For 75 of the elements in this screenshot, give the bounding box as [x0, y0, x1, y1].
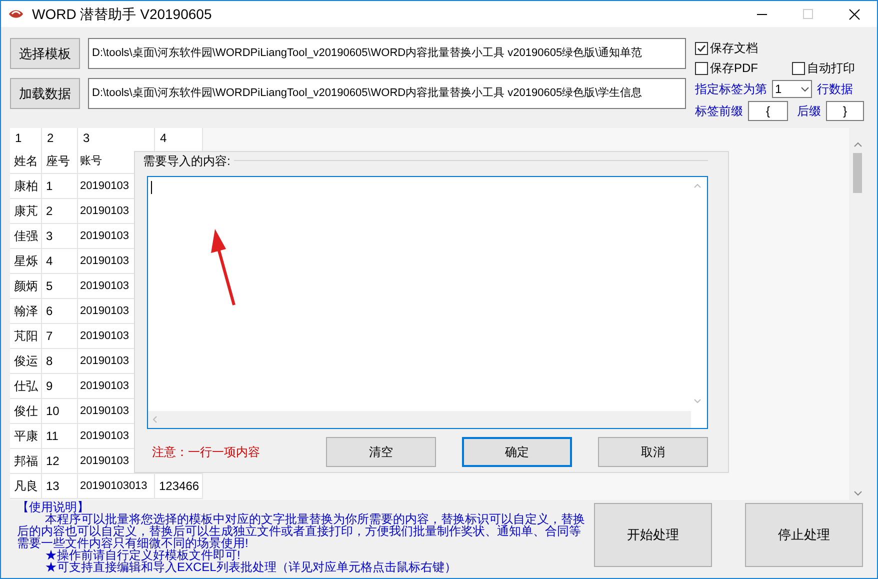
maximize-icon	[803, 9, 813, 19]
prefix-label: 标签前缀	[695, 103, 743, 120]
table-cell: 6	[42, 299, 78, 324]
path-field[interactable]: D:\tools\桌面\河东软件园\WORDPiLiangTool_v20190605\WORD内容批量替换小工具 v20190605绿色版\通知单范	[88, 38, 686, 69]
scroll-left-icon[interactable]	[153, 416, 157, 423]
table-cell: 12	[42, 449, 78, 474]
caret-icon	[801, 86, 809, 92]
load-button[interactable]: 加载数据	[10, 78, 80, 109]
table-cell: 翰泽	[10, 299, 42, 324]
table-cell: 座号	[42, 149, 78, 174]
column-number: 1	[10, 128, 42, 149]
checkbox[interactable]	[792, 62, 805, 74]
row-label: 行数据	[817, 81, 853, 98]
path-field[interactable]: D:\tools\桌面\河东软件园\WORDPiLiangTool_v20190605\WORD内容批量替换小工具 v20190605绿色版\学生信息	[88, 78, 686, 109]
table-cell: 星烁	[10, 249, 42, 274]
table-cell: 2	[42, 199, 78, 224]
window-title: WORD 潜替助手 V20190605	[32, 4, 212, 24]
app-icon	[8, 8, 24, 20]
table-cell: 10	[42, 399, 78, 424]
table-cell: 11	[42, 424, 78, 449]
column-number: 3	[78, 128, 155, 149]
table-cell: 20190103013	[78, 474, 155, 499]
table-cell: 邦福	[10, 449, 42, 474]
table-cell: 凡良	[10, 474, 42, 499]
suffix-field[interactable]: }	[826, 101, 864, 121]
suffix-label: 后缀	[797, 103, 821, 120]
table-cell: 佳强	[10, 224, 42, 249]
table-cell: 13	[42, 474, 78, 499]
table-cell: 姓名	[10, 149, 42, 174]
table-cell: 康芃	[10, 199, 42, 224]
instructions-bullet: ★操作前请自行定义好模板文件即可!	[44, 549, 240, 561]
close-icon	[848, 8, 860, 20]
scroll-thumb[interactable]	[853, 153, 862, 193]
scroll-down-icon[interactable]	[854, 491, 862, 496]
table-cell: 芃阳	[10, 324, 42, 349]
action-button[interactable]: 停止处理	[745, 503, 863, 567]
table-cell: 1	[42, 174, 78, 199]
dialog-button[interactable]: 确定	[462, 437, 572, 467]
instructions-bullet: ★可支持直接编辑和导入EXCEL列表批处理（详见对应单元格点击鼠标右键）	[44, 561, 458, 573]
column-number: 2	[42, 128, 78, 149]
note-text: 注意：一行一项内容	[152, 444, 261, 461]
action-button[interactable]: 开始处理	[594, 503, 712, 567]
table-cell: 俊运	[10, 349, 42, 374]
table-cell: 4	[42, 249, 78, 274]
column-number: 4	[155, 128, 203, 149]
table-cell: 颜炳	[10, 274, 42, 299]
table-cell: 俊仕	[10, 399, 42, 424]
checkbox[interactable]	[695, 62, 708, 74]
table-cell: 3	[42, 224, 78, 249]
table-cell: 康柏	[10, 174, 42, 199]
table-cell: 7	[42, 324, 78, 349]
horizontal-scrollbar[interactable]	[148, 411, 691, 428]
instructions-text: 本程序可以批量将您选择的模板中对应的文字批量替换为你所需要的内容，替换标识可以自定义，替换后的内容也可以自定义，替换后可以生成独立文件或者直接打印，方便我们批量制作奖状、通知单、合同等需要一些文件内容只有细微不同的场景使用!	[17, 513, 586, 549]
prefix-field[interactable]: {	[748, 101, 788, 121]
checkbox[interactable]	[695, 42, 708, 54]
dialog-button[interactable]: 取消	[598, 437, 708, 467]
scroll-up-icon[interactable]	[694, 184, 701, 188]
row-label: 指定标签为第	[695, 81, 767, 98]
text-area[interactable]	[147, 176, 708, 429]
table-cell: 8	[42, 349, 78, 374]
text-cursor	[151, 181, 152, 194]
table-cell: 9	[42, 374, 78, 399]
row-select[interactable]: 1	[772, 80, 812, 98]
checkbox-label: 自动打印	[807, 60, 855, 77]
instructions-title: 【使用说明】	[17, 501, 89, 513]
table-cell: 平康	[10, 424, 42, 449]
table-cell: 123466	[155, 474, 203, 499]
table-cell: 仕弘	[10, 374, 42, 399]
table-cell: 5	[42, 274, 78, 299]
scroll-down-icon[interactable]	[694, 399, 701, 403]
checkbox-label: 保存文档	[710, 40, 758, 57]
load-button[interactable]: 选择模板	[10, 38, 80, 69]
scroll-up-icon[interactable]	[854, 142, 862, 147]
dialog-button[interactable]: 清空	[326, 437, 436, 467]
checkbox-label: 保存PDF	[710, 60, 758, 77]
